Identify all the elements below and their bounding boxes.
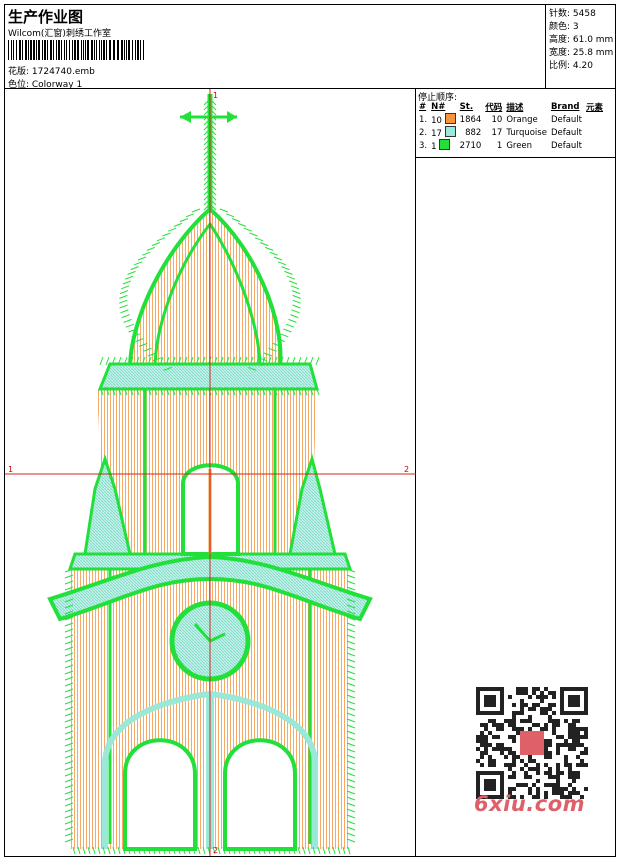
table-row: 3. 1 2710 1 Green Default (417, 139, 605, 152)
row-code: 10 (491, 114, 503, 125)
guide-lines (5, 89, 416, 856)
row-num: 3. (419, 140, 428, 151)
row-element (584, 113, 605, 126)
axis-bottom-label: 2 (213, 846, 218, 855)
row-brand: Default (550, 140, 583, 151)
spire (180, 94, 237, 209)
worksheet-frame: 生产作业图 Wilcom(汇窗)刺绣工作室 花版: 1724740.emb 色位… (4, 4, 616, 857)
design-file: 花版: 1724740.emb (8, 67, 95, 77)
axis-top-label: 1 (213, 91, 218, 100)
divider (416, 157, 615, 158)
row-brand: Default (550, 114, 583, 125)
row-stitches: 1864 (459, 114, 482, 125)
col-element: 元素 (586, 103, 604, 113)
table-row: 2. 17 882 17 Turquoise Default (417, 126, 605, 139)
header-panel: 生产作业图 Wilcom(汇窗)刺绣工作室 花版: 1724740.emb 色位… (5, 5, 546, 90)
row-stitches: 2710 (459, 140, 482, 151)
color-swatch (444, 126, 456, 137)
qr-logo (520, 731, 544, 755)
color-count: 颜色: 3 (549, 22, 579, 32)
company-name: Wilcom(汇窗)刺绣工作室 (8, 29, 111, 39)
row-code: 17 (491, 127, 503, 138)
table-row: 1. 10 1864 10 Orange Default (417, 113, 605, 126)
needle-number: 17 (431, 129, 442, 139)
row-element (584, 126, 605, 139)
stitch-count: 针数: 5458 (549, 9, 596, 19)
page-title: 生产作业图 (8, 8, 84, 26)
row-needle: 10 (429, 113, 458, 126)
barcode (8, 40, 144, 60)
row-desc: Orange (506, 114, 538, 125)
row-desc: Green (506, 140, 533, 151)
row-needle: 17 (429, 126, 458, 139)
qr-code (476, 687, 588, 799)
row-element (584, 139, 605, 152)
row-num: 2. (419, 127, 428, 138)
row-code: 1 (496, 140, 503, 151)
design-height: 高度: 61.0 mm (549, 35, 614, 45)
needle-number: 10 (431, 116, 442, 126)
row-desc: Turquoise (506, 127, 547, 138)
col-num: # (419, 102, 427, 112)
row-brand: Default (550, 127, 583, 138)
row-num: 1. (419, 114, 428, 125)
col-desc: 描述 (506, 103, 524, 113)
stop-sequence-panel: 停止顺序: # N# St. 代码 描述 Brand 元素 1. 10 1864 (416, 89, 615, 856)
embroidery-preview: 1 2 1 2 (5, 89, 416, 856)
col-needle: N# (431, 102, 446, 112)
row-stitches: 882 (465, 127, 482, 138)
axis-right-label: 2 (404, 465, 409, 474)
design-scale: 比例: 4.20 (549, 61, 593, 71)
stop-sequence-table: # N# St. 代码 描述 Brand 元素 1. 10 1864 10 Or… (417, 101, 605, 152)
stats-panel: 针数: 5458 颜色: 3 高度: 61.0 mm 宽度: 25.8 mm 比… (546, 5, 615, 89)
axis-left-label: 1 (8, 465, 13, 474)
row-needle: 1 (429, 139, 458, 152)
design-width: 宽度: 25.8 mm (549, 48, 614, 58)
color-swatch (439, 139, 451, 150)
col-brand: Brand (550, 102, 580, 112)
watermark-site: 6xiu.com (474, 792, 586, 816)
color-swatch (444, 113, 456, 124)
col-code: 代码 (485, 103, 503, 113)
col-stitches: St. (459, 102, 474, 112)
needle-number: 1 (431, 142, 437, 152)
design-canvas: 1 2 1 2 (5, 89, 416, 856)
